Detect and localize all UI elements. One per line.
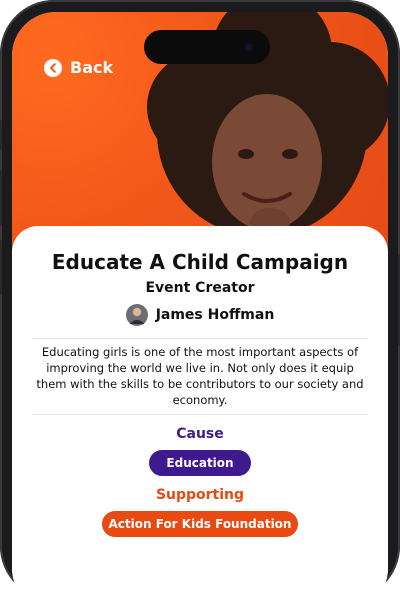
chevron-left-circle-icon	[44, 58, 62, 77]
user-avatar-icon	[125, 304, 148, 326]
dynamic-island	[144, 30, 270, 64]
divider-top	[32, 338, 368, 339]
supporting-pill[interactable]: Action For Kids Foundation	[102, 511, 298, 537]
hero-image: Back	[12, 12, 388, 262]
side-button-left-2	[0, 170, 2, 225]
cause-pill[interactable]: Education	[149, 450, 251, 476]
back-button[interactable]: Back	[44, 58, 113, 77]
creator-row: James Hoffman	[12, 304, 388, 326]
event-details-sheet: Educate A Child Campaign Event Creator J…	[12, 226, 388, 612]
supporting-label: Supporting	[155, 487, 245, 503]
divider-bottom	[32, 414, 368, 415]
cause-label: Cause	[176, 426, 224, 442]
side-button-left-3	[0, 240, 2, 295]
screen: Back Educate A Child Campaign Event Crea…	[12, 12, 388, 612]
event-title: Educate A Child Campaign	[51, 250, 349, 274]
side-button-left-1	[0, 120, 2, 150]
back-label: Back	[70, 58, 114, 77]
front-camera-icon	[244, 42, 254, 52]
phone-frame: Back Educate A Child Campaign Event Crea…	[0, 0, 400, 612]
event-creator-label: Event Creator	[145, 280, 255, 296]
creator-name: James Hoffman	[155, 307, 275, 323]
event-description: Educating girls is one of the most impor…	[36, 345, 364, 407]
